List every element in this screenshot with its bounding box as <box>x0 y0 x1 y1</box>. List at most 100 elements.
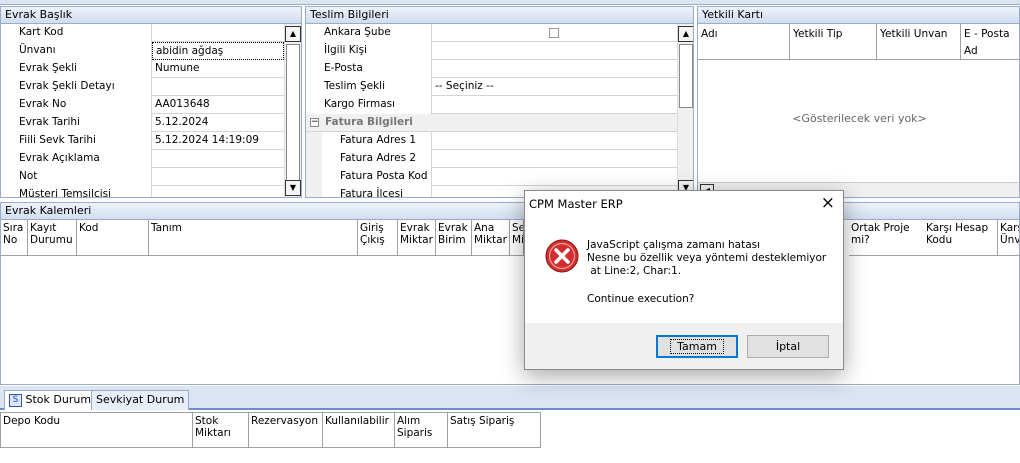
property-value[interactable]: 5.12.2024 14:19:09 <box>152 132 284 150</box>
cancel-button[interactable]: İptal <box>747 335 829 358</box>
fatura-group-row[interactable]: − Fatura Bilgileri <box>306 114 677 132</box>
property-value[interactable] <box>432 42 677 60</box>
property-row: Evrak Tarihi 5.12.2024 <box>1 114 284 132</box>
property-value[interactable]: 5.12.2024 <box>152 114 284 132</box>
column-header[interactable]: Adı <box>698 24 790 60</box>
property-label: E-Posta <box>306 60 432 78</box>
property-value[interactable] <box>152 78 284 96</box>
property-label: Müşteri Temsilcisi <box>1 186 152 197</box>
column-header[interactable]: Stok Miktarı <box>193 412 249 448</box>
stok-durum-grid: Depo Kodu Stok Miktarı Rezervasyon Kullanıl… <box>0 412 1020 463</box>
bottom-tab-strip: S Stok Durum Sevkiyat Durum <box>0 386 1020 410</box>
property-value[interactable] <box>432 24 677 42</box>
dialog-titlebar: CPM Master ERP × <box>525 191 843 217</box>
property-label: Not <box>1 168 152 186</box>
column-header[interactable]: Kullanılabilir <box>323 412 395 448</box>
property-value[interactable]: abidin ağdaş <box>152 42 284 60</box>
tab-stok-durum[interactable]: S Stok Durum <box>4 390 97 410</box>
teslim-scrollbar[interactable]: ▲ ▼ <box>677 24 693 197</box>
property-value[interactable] <box>432 168 677 186</box>
scroll-up-arrow-icon[interactable]: ▲ <box>285 26 301 42</box>
fatura-group-label: Fatura Bilgileri <box>325 116 413 128</box>
property-value[interactable] <box>152 24 284 42</box>
property-row: Ünvanı abidin ağdaş <box>1 42 284 60</box>
property-value[interactable]: AA013648 <box>152 96 284 114</box>
column-header[interactable]: Ortak Proje mi? <box>849 220 928 256</box>
row-indent <box>306 132 322 150</box>
property-value[interactable]: Numune <box>152 60 284 78</box>
column-header[interactable]: Se Mi <box>510 220 524 256</box>
property-label: Fatura Posta Kod <box>322 168 432 186</box>
dialog-title: CPM Master ERP <box>529 197 623 211</box>
tab-sevkiyat-durum[interactable]: Sevkiyat Durum <box>91 390 190 410</box>
property-label: Fatura Adres 2 <box>322 150 432 168</box>
property-value[interactable] <box>432 60 677 78</box>
column-header[interactable]: Evrak Birim <box>436 220 472 256</box>
column-header[interactable]: Sıra No <box>1 220 28 256</box>
column-header[interactable]: Yetkili Unvan <box>877 24 961 60</box>
property-label: Ankara Şube <box>306 24 432 42</box>
property-value[interactable] <box>432 96 677 114</box>
tab-sevkiyat-durum-label: Sevkiyat Durum <box>96 393 185 406</box>
evrak-baslik-scrollbar[interactable]: ▲ ▼ <box>284 24 301 197</box>
property-row: Kart Kod <box>1 24 284 42</box>
column-header[interactable]: Giriş Çıkış <box>358 220 398 256</box>
close-icon[interactable]: × <box>821 191 835 215</box>
checkbox[interactable] <box>549 28 559 38</box>
column-header[interactable]: Alım Siparis <box>395 412 448 448</box>
column-header[interactable]: Karşı Ünva <box>998 220 1019 256</box>
column-header[interactable]: Depo Kodu <box>0 412 193 448</box>
collapse-icon[interactable]: − <box>310 118 319 127</box>
column-header[interactable]: Kod <box>77 220 149 256</box>
column-header[interactable]: E - Posta Ad <box>961 24 1019 60</box>
error-icon <box>545 239 579 273</box>
property-label: Fatura İlçesi <box>322 186 432 197</box>
property-label: Kargo Firması <box>306 96 432 114</box>
evrak-baslik-title: Evrak Başlık <box>0 6 302 24</box>
evrak-kalemleri-grid: Sıra No Kayıt Durumu Kod Tanım Giriş Çıkış Ev… <box>0 220 1020 385</box>
property-row: Fatura Adres 1 <box>306 132 677 150</box>
property-value[interactable] <box>432 150 677 168</box>
scroll-up-arrow-icon[interactable]: ▲ <box>678 26 693 42</box>
property-label: Evrak Şekli <box>1 60 152 78</box>
property-value[interactable] <box>432 132 677 150</box>
column-header[interactable]: Kayıt Durumu <box>28 220 77 256</box>
property-label: Fatura Adres 1 <box>322 132 432 150</box>
column-header[interactable]: Tanım <box>149 220 358 256</box>
property-value[interactable] <box>152 168 284 186</box>
ok-button[interactable]: Tamam <box>656 335 738 358</box>
property-row: Evrak Açıklama <box>1 150 284 168</box>
property-row: Kargo Firması <box>306 96 677 114</box>
property-value[interactable] <box>152 150 284 168</box>
property-row: Müşteri Temsilcisi <box>1 186 284 197</box>
scroll-thumb[interactable] <box>679 44 693 108</box>
teslim-bilgileri-grid: Ankara Şube İlgili Kişi E-Posta Teslim Şekl… <box>305 24 694 198</box>
property-label: Teslim Şekli <box>306 78 432 96</box>
property-label: Evrak Açıklama <box>1 150 152 168</box>
scroll-thumb[interactable] <box>286 44 300 184</box>
column-header[interactable]: Yetkili Tip <box>790 24 877 60</box>
property-label: Evrak Tarihi <box>1 114 152 132</box>
dialog-footer: Tamam İptal <box>525 323 843 369</box>
property-value[interactable]: -- Seçiniz -- <box>432 78 677 96</box>
column-header[interactable]: Rezervasyon <box>249 412 323 448</box>
dialog-question: Continue execution? <box>587 293 695 305</box>
property-row: Ankara Şube <box>306 24 677 42</box>
column-header[interactable]: Satış Sipariş <box>448 412 541 448</box>
teslim-bilgileri-title: Teslim Bilgileri <box>305 6 694 24</box>
top-strip <box>0 0 1020 5</box>
dialog-body: JavaScript çalışma zamanı hatası Nesne b… <box>525 217 843 325</box>
property-row: Fatura Posta Kod <box>306 168 677 186</box>
property-value[interactable] <box>152 186 284 197</box>
scroll-down-arrow-icon[interactable]: ▼ <box>285 180 301 196</box>
dialog-message: JavaScript çalışma zamanı hatası Nesne b… <box>587 239 826 278</box>
property-row: E-Posta <box>306 60 677 78</box>
property-row: Fiili Sevk Tarihi 5.12.2024 14:19:09 <box>1 132 284 150</box>
property-label: İlgili Kişi <box>306 42 432 60</box>
evrak-kalemleri-title: Evrak Kalemleri <box>0 202 1020 220</box>
property-row: Evrak Şekli Detayı <box>1 78 284 96</box>
column-header[interactable]: Evrak Miktar <box>398 220 436 256</box>
column-header[interactable]: Ana Miktar <box>472 220 510 256</box>
column-header[interactable]: Karşı Hesap Kodu <box>924 220 998 256</box>
property-label: Ünvanı <box>1 42 152 60</box>
